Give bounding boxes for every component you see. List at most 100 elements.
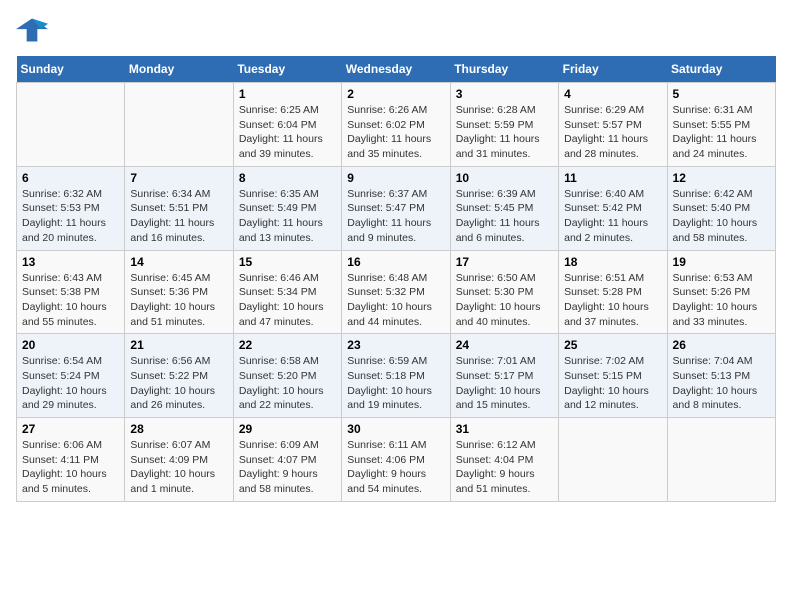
calendar-cell: 10Sunrise: 6:39 AM Sunset: 5:45 PM Dayli… <box>450 166 558 250</box>
calendar-table: SundayMondayTuesdayWednesdayThursdayFrid… <box>16 56 776 502</box>
day-number: 24 <box>456 338 553 352</box>
day-info: Sunrise: 6:34 AM Sunset: 5:51 PM Dayligh… <box>130 187 227 246</box>
day-number: 14 <box>130 255 227 269</box>
day-number: 11 <box>564 171 661 185</box>
calendar-cell: 29 Sunrise: 6:09 AM Sunset: 4:07 PM Dayli… <box>233 418 341 502</box>
day-number: 2 <box>347 87 444 101</box>
calendar-week-1: 1 Sunrise: 6:25 AM Sunset: 6:04 PM Daylig… <box>17 83 776 167</box>
day-info: Sunrise: 6:37 AM Sunset: 5:47 PM Dayligh… <box>347 187 444 246</box>
calendar-week-5: 27 Sunrise: 6:06 AM Sunset: 4:11 PM Dayli… <box>17 418 776 502</box>
calendar-cell: 27 Sunrise: 6:06 AM Sunset: 4:11 PM Dayli… <box>17 418 125 502</box>
day-info: Sunrise: 6:59 AM Sunset: 5:18 PM Dayligh… <box>347 354 444 413</box>
day-info: Sunrise: 6:12 AM Sunset: 4:04 PM Dayligh… <box>456 438 553 497</box>
day-number: 21 <box>130 338 227 352</box>
day-info: Sunrise: 6:45 AM Sunset: 5:36 PM Dayligh… <box>130 271 227 330</box>
calendar-cell: 1 Sunrise: 6:25 AM Sunset: 6:04 PM Daylig… <box>233 83 341 167</box>
calendar-cell: 19 Sunrise: 6:53 AM Sunset: 5:26 PM Dayli… <box>667 250 775 334</box>
day-number: 23 <box>347 338 444 352</box>
calendar-cell: 7Sunrise: 6:34 AM Sunset: 5:51 PM Daylig… <box>125 166 233 250</box>
calendar-cell: 17 Sunrise: 6:50 AM Sunset: 5:30 PM Dayli… <box>450 250 558 334</box>
calendar-cell: 30Sunrise: 6:11 AM Sunset: 4:06 PM Dayli… <box>342 418 450 502</box>
day-number: 16 <box>347 255 444 269</box>
page-header <box>16 16 776 44</box>
calendar-cell: 24 Sunrise: 7:01 AM Sunset: 5:17 PM Dayli… <box>450 334 558 418</box>
calendar-cell: 11 Sunrise: 6:40 AM Sunset: 5:42 PM Dayli… <box>559 166 667 250</box>
day-number: 6 <box>22 171 119 185</box>
calendar-cell: 6 Sunrise: 6:32 AM Sunset: 5:53 PM Daylig… <box>17 166 125 250</box>
calendar-cell <box>125 83 233 167</box>
day-info: Sunrise: 6:31 AM Sunset: 5:55 PM Dayligh… <box>673 103 770 162</box>
calendar-cell: 4Sunrise: 6:29 AM Sunset: 5:57 PM Daylig… <box>559 83 667 167</box>
calendar-cell: 16 Sunrise: 6:48 AM Sunset: 5:32 PM Dayli… <box>342 250 450 334</box>
day-number: 27 <box>22 422 119 436</box>
day-number: 9 <box>347 171 444 185</box>
day-info: Sunrise: 6:50 AM Sunset: 5:30 PM Dayligh… <box>456 271 553 330</box>
weekday-header-saturday: Saturday <box>667 56 775 83</box>
logo-icon <box>16 16 48 44</box>
calendar-cell: 2 Sunrise: 6:26 AM Sunset: 6:02 PM Daylig… <box>342 83 450 167</box>
calendar-cell <box>559 418 667 502</box>
day-number: 25 <box>564 338 661 352</box>
day-number: 29 <box>239 422 336 436</box>
calendar-cell <box>17 83 125 167</box>
calendar-cell: 26Sunrise: 7:04 AM Sunset: 5:13 PM Dayli… <box>667 334 775 418</box>
day-number: 17 <box>456 255 553 269</box>
day-info: Sunrise: 6:42 AM Sunset: 5:40 PM Dayligh… <box>673 187 770 246</box>
day-info: Sunrise: 6:07 AM Sunset: 4:09 PM Dayligh… <box>130 438 227 497</box>
weekday-header-row: SundayMondayTuesdayWednesdayThursdayFrid… <box>17 56 776 83</box>
calendar-cell <box>667 418 775 502</box>
day-info: Sunrise: 6:28 AM Sunset: 5:59 PM Dayligh… <box>456 103 553 162</box>
day-info: Sunrise: 6:53 AM Sunset: 5:26 PM Dayligh… <box>673 271 770 330</box>
calendar-body: 1 Sunrise: 6:25 AM Sunset: 6:04 PM Daylig… <box>17 83 776 502</box>
calendar-week-3: 13 Sunrise: 6:43 AM Sunset: 5:38 PM Dayli… <box>17 250 776 334</box>
calendar-cell: 20 Sunrise: 6:54 AM Sunset: 5:24 PM Dayli… <box>17 334 125 418</box>
day-info: Sunrise: 6:43 AM Sunset: 5:38 PM Dayligh… <box>22 271 119 330</box>
weekday-header-tuesday: Tuesday <box>233 56 341 83</box>
day-number: 4 <box>564 87 661 101</box>
calendar-week-2: 6 Sunrise: 6:32 AM Sunset: 5:53 PM Daylig… <box>17 166 776 250</box>
day-number: 3 <box>456 87 553 101</box>
calendar-cell: 23 Sunrise: 6:59 AM Sunset: 5:18 PM Dayli… <box>342 334 450 418</box>
calendar-cell: 18 Sunrise: 6:51 AM Sunset: 5:28 PM Dayli… <box>559 250 667 334</box>
day-info: Sunrise: 6:58 AM Sunset: 5:20 PM Dayligh… <box>239 354 336 413</box>
calendar-cell: 5 Sunrise: 6:31 AM Sunset: 5:55 PM Daylig… <box>667 83 775 167</box>
weekday-header-friday: Friday <box>559 56 667 83</box>
calendar-cell: 3 Sunrise: 6:28 AM Sunset: 5:59 PM Daylig… <box>450 83 558 167</box>
calendar-cell: 12 Sunrise: 6:42 AM Sunset: 5:40 PM Dayli… <box>667 166 775 250</box>
day-number: 26 <box>673 338 770 352</box>
calendar-cell: 9 Sunrise: 6:37 AM Sunset: 5:47 PM Daylig… <box>342 166 450 250</box>
day-info: Sunrise: 6:26 AM Sunset: 6:02 PM Dayligh… <box>347 103 444 162</box>
day-info: Sunrise: 6:40 AM Sunset: 5:42 PM Dayligh… <box>564 187 661 246</box>
day-info: Sunrise: 6:25 AM Sunset: 6:04 PM Dayligh… <box>239 103 336 162</box>
day-info: Sunrise: 6:54 AM Sunset: 5:24 PM Dayligh… <box>22 354 119 413</box>
day-info: Sunrise: 6:56 AM Sunset: 5:22 PM Dayligh… <box>130 354 227 413</box>
day-number: 13 <box>22 255 119 269</box>
day-info: Sunrise: 7:02 AM Sunset: 5:15 PM Dayligh… <box>564 354 661 413</box>
day-number: 15 <box>239 255 336 269</box>
day-number: 8 <box>239 171 336 185</box>
weekday-header-wednesday: Wednesday <box>342 56 450 83</box>
day-info: Sunrise: 6:51 AM Sunset: 5:28 PM Dayligh… <box>564 271 661 330</box>
day-info: Sunrise: 6:09 AM Sunset: 4:07 PM Dayligh… <box>239 438 336 497</box>
calendar-cell: 21 Sunrise: 6:56 AM Sunset: 5:22 PM Dayli… <box>125 334 233 418</box>
day-info: Sunrise: 7:01 AM Sunset: 5:17 PM Dayligh… <box>456 354 553 413</box>
day-info: Sunrise: 6:06 AM Sunset: 4:11 PM Dayligh… <box>22 438 119 497</box>
weekday-header-sunday: Sunday <box>17 56 125 83</box>
day-number: 1 <box>239 87 336 101</box>
calendar-cell: 15Sunrise: 6:46 AM Sunset: 5:34 PM Dayli… <box>233 250 341 334</box>
day-number: 5 <box>673 87 770 101</box>
day-number: 20 <box>22 338 119 352</box>
day-number: 18 <box>564 255 661 269</box>
day-number: 19 <box>673 255 770 269</box>
calendar-cell: 8Sunrise: 6:35 AM Sunset: 5:49 PM Daylig… <box>233 166 341 250</box>
day-info: Sunrise: 6:48 AM Sunset: 5:32 PM Dayligh… <box>347 271 444 330</box>
calendar-cell: 14 Sunrise: 6:45 AM Sunset: 5:36 PM Dayli… <box>125 250 233 334</box>
calendar-week-4: 20 Sunrise: 6:54 AM Sunset: 5:24 PM Dayli… <box>17 334 776 418</box>
day-number: 22 <box>239 338 336 352</box>
logo <box>16 16 52 44</box>
day-number: 10 <box>456 171 553 185</box>
day-number: 12 <box>673 171 770 185</box>
weekday-header-thursday: Thursday <box>450 56 558 83</box>
calendar-cell: 25 Sunrise: 7:02 AM Sunset: 5:15 PM Dayli… <box>559 334 667 418</box>
day-info: Sunrise: 6:32 AM Sunset: 5:53 PM Dayligh… <box>22 187 119 246</box>
